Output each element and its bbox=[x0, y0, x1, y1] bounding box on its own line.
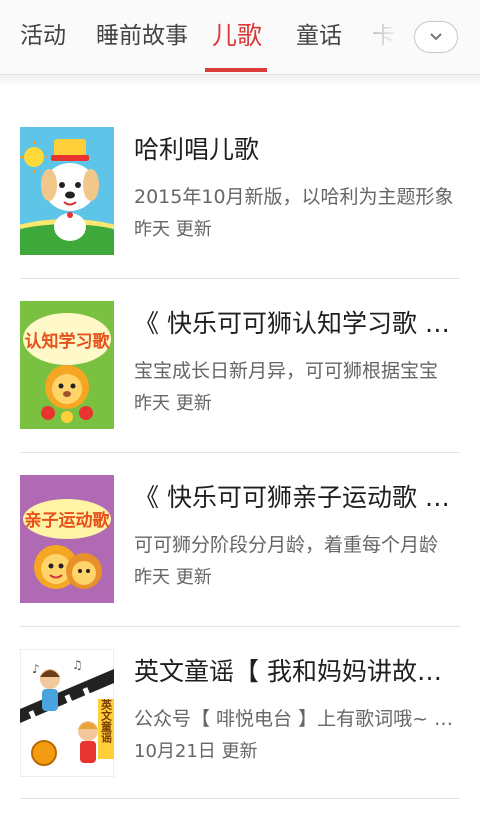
item-description: 可可狮分阶段分月龄，着重每个月龄 bbox=[134, 534, 439, 556]
divider bbox=[20, 626, 460, 627]
item-description: 宝宝成长日新月异，可可狮根据宝宝 bbox=[134, 360, 439, 382]
list-item[interactable]: 哈利唱儿歌 2015年10月新版，以哈利为主题形象 昨天 更新 bbox=[0, 127, 480, 299]
expand-tabs-button[interactable] bbox=[414, 21, 458, 53]
tab-nursery-rhymes[interactable]: 儿歌 bbox=[212, 0, 262, 74]
item-update-time: 昨天 更新 bbox=[134, 567, 212, 588]
item-update-time: 10月21日 更新 bbox=[134, 741, 258, 762]
item-title: 《 快乐可可狮亲子运动歌 》-分月龄 bbox=[134, 483, 464, 512]
divider bbox=[20, 278, 460, 279]
album-cover-english-rhymes: 英文童谣 ♪ ♫ bbox=[20, 649, 114, 777]
tab-fairy-tales[interactable]: 童话 bbox=[296, 0, 342, 74]
item-title: 哈利唱儿歌 bbox=[134, 135, 260, 164]
item-description: 公众号【 啡悦电台 】上有歌词哦~ 快来 bbox=[134, 708, 454, 730]
category-tab-bar: 活动 睡前故事 儿歌 童话 卡 bbox=[0, 0, 480, 75]
item-description: 2015年10月新版，以哈利为主题形象 bbox=[134, 186, 454, 208]
music-note-icon: ♪ bbox=[32, 662, 40, 676]
item-update-time: 昨天 更新 bbox=[134, 393, 212, 414]
thumb-text: 亲子运动歌 bbox=[25, 510, 111, 531]
divider bbox=[20, 452, 460, 453]
list-item[interactable]: 英文童谣 ♪ ♫ 英文童谣【 我和妈妈讲故事 】 公众号【 啡悦电台 】上有歌词… bbox=[0, 649, 480, 821]
thumb-text: 英文童谣 bbox=[100, 698, 114, 744]
tabbar-shadow bbox=[0, 75, 480, 87]
list-item[interactable]: 认知学习歌 《 快乐可可狮认知学习歌 》-分月龄 宝宝成长日新月异，可可狮根据宝… bbox=[0, 301, 480, 473]
thumb-text: 认知学习歌 bbox=[25, 331, 111, 352]
chevron-down-icon bbox=[430, 33, 442, 41]
album-cover-parent-child-songs: 亲子运动歌 bbox=[20, 475, 114, 603]
item-update-time: 昨天 更新 bbox=[134, 219, 212, 240]
item-title: 英文童谣【 我和妈妈讲故事 】 bbox=[134, 657, 464, 686]
tab-activities[interactable]: 活动 bbox=[20, 0, 66, 74]
music-note-icon: ♫ bbox=[72, 658, 83, 672]
album-cover-harry bbox=[20, 127, 114, 255]
active-tab-indicator bbox=[205, 68, 267, 72]
album-cover-cognitive-songs: 认知学习歌 bbox=[20, 301, 114, 429]
tab-bedtime-stories[interactable]: 睡前故事 bbox=[96, 0, 188, 74]
tab-overflow-fade bbox=[356, 0, 416, 74]
item-title: 《 快乐可可狮认知学习歌 》-分月龄 bbox=[134, 309, 464, 338]
list-item[interactable]: 亲子运动歌 《 快乐可可狮亲子运动歌 》-分月龄 可可狮分阶段分月龄，着重每个月… bbox=[0, 475, 480, 647]
divider bbox=[20, 798, 460, 799]
